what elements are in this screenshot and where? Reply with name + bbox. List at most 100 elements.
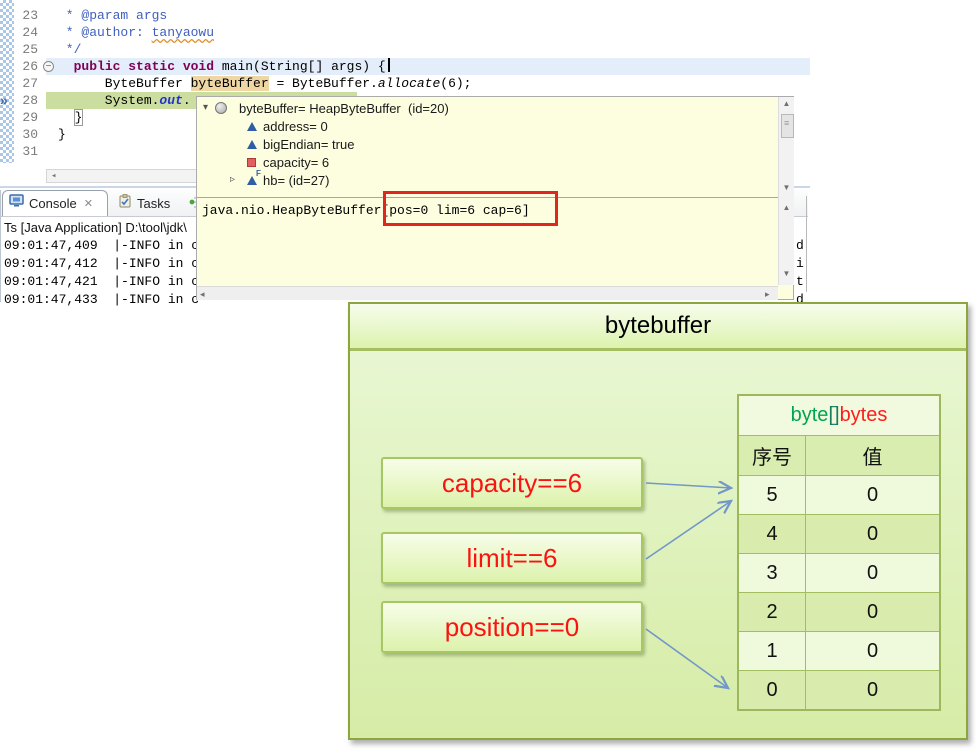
code-text: * @param args bbox=[58, 7, 167, 24]
line-number: 28 bbox=[10, 92, 38, 109]
field-blue-icon bbox=[247, 122, 257, 131]
limit-label-box: limit==6 bbox=[381, 532, 643, 584]
code-token: } bbox=[58, 127, 66, 142]
variable-text: capacity= 6 bbox=[263, 155, 329, 170]
popup-hscrollbar[interactable]: ◂ ▸ bbox=[197, 286, 778, 300]
header-segment: [] bbox=[828, 404, 839, 427]
code-token: } bbox=[74, 109, 84, 126]
code-line[interactable]: 23 * @param args bbox=[0, 7, 810, 24]
console-log-line: 09:01:47,412 |-INFO in c bbox=[4, 255, 199, 273]
table-cell-value: 0 bbox=[806, 632, 939, 670]
code-text: public static void main(String[] args) { bbox=[58, 58, 390, 75]
position-label-box: position==0 bbox=[381, 601, 643, 653]
console-border-right bbox=[806, 196, 807, 292]
variable-row[interactable]: ▹ hb= (id=27) bbox=[197, 172, 758, 190]
fold-collapse-icon[interactable]: − bbox=[43, 61, 54, 72]
tab-tasks-label: Tasks bbox=[137, 196, 170, 211]
variable-row[interactable]: capacity= 6 bbox=[197, 154, 758, 172]
close-icon[interactable]: ✕ bbox=[84, 197, 93, 210]
column-header-index: 序号 bbox=[739, 436, 805, 475]
console-log-line: 09:01:47,421 |-INFO in c bbox=[4, 273, 199, 291]
detail-prefix: java.nio.HeapByteBuffer bbox=[202, 203, 381, 218]
line-number: 26 bbox=[10, 58, 38, 75]
scroll-left-icon[interactable]: ◂ bbox=[51, 171, 56, 181]
field-final-icon bbox=[247, 176, 257, 185]
field-red-icon bbox=[247, 158, 256, 167]
scroll-right-icon[interactable]: ▸ bbox=[765, 289, 770, 300]
console-border bbox=[0, 190, 1, 302]
code-text: System.out. bbox=[58, 92, 191, 109]
capacity-arrow bbox=[646, 483, 731, 488]
scroll-up-icon[interactable]: ▲ bbox=[779, 99, 794, 108]
variable-text: address= 0 bbox=[263, 119, 328, 134]
table-cell-index: 0 bbox=[739, 671, 805, 709]
field-blue-icon bbox=[247, 140, 257, 149]
code-line[interactable]: 25 */ bbox=[0, 41, 810, 58]
variable-text: byteBuffer= HeapByteBuffer (id=20) bbox=[239, 101, 449, 116]
console-log-line-clipped: i bbox=[796, 255, 804, 273]
line-number: 23 bbox=[10, 7, 38, 24]
tasks-icon bbox=[118, 194, 132, 213]
code-token: */ bbox=[58, 42, 81, 57]
code-token bbox=[58, 59, 74, 74]
text-cursor bbox=[388, 58, 390, 72]
variable-text: bigEndian= true bbox=[263, 137, 354, 152]
column-header-value: 值 bbox=[806, 436, 939, 475]
code-token bbox=[58, 110, 74, 125]
table-cell-value: 0 bbox=[806, 476, 939, 514]
code-text: } bbox=[58, 126, 66, 143]
code-token: = ByteBuffer. bbox=[269, 76, 378, 91]
capacity-label-box: capacity==6 bbox=[381, 457, 643, 509]
code-token: main(String[] args) { bbox=[214, 59, 386, 74]
code-token: allocate bbox=[378, 76, 440, 91]
table-cell-index: 4 bbox=[739, 515, 805, 553]
tab-tasks[interactable]: Tasks bbox=[112, 190, 184, 216]
table-cell-index: 5 bbox=[739, 476, 805, 514]
header-segment: bytes bbox=[840, 404, 888, 427]
table-cell-value: 0 bbox=[806, 671, 939, 709]
code-token: out bbox=[159, 93, 182, 108]
scroll-left-icon[interactable]: ◂ bbox=[200, 289, 205, 300]
table-cell-index: 1 bbox=[739, 632, 805, 670]
scroll-down-icon[interactable]: ▼ bbox=[779, 269, 794, 278]
code-token: System. bbox=[58, 93, 159, 108]
bytebuffer-diagram: bytebuffer capacity==6 limit==6 position… bbox=[348, 302, 968, 740]
code-text: * @author: tanyaowu bbox=[58, 24, 214, 41]
variable-row[interactable]: address= 0 bbox=[197, 118, 758, 136]
code-line[interactable]: 27 ByteBuffer byteBuffer = ByteBuffer.al… bbox=[0, 75, 810, 92]
variable-row[interactable]: bigEndian= true bbox=[197, 136, 758, 154]
console-process-title: Ts [Java Application] D:\tool\jdk\ bbox=[4, 220, 187, 235]
variables-tree[interactable]: ▾ byteBuffer= HeapByteBuffer (id=20) addre… bbox=[197, 97, 776, 197]
debug-inspect-popup: ▾ byteBuffer= HeapByteBuffer (id=20) addre… bbox=[196, 96, 794, 300]
line-number: 31 bbox=[10, 143, 38, 160]
code-token: * @param args bbox=[58, 8, 167, 23]
popup-vscrollbar[interactable]: ▲ ▼ ▲ ▼ bbox=[778, 97, 794, 285]
table-cell-value: 0 bbox=[806, 554, 939, 592]
scroll-up-icon[interactable]: ▲ bbox=[779, 203, 794, 212]
console-icon bbox=[9, 194, 24, 213]
code-token: tanyaowu bbox=[152, 25, 214, 40]
table-cell-value: 0 bbox=[806, 593, 939, 631]
variable-text: hb= (id=27) bbox=[263, 173, 330, 188]
table-cell-index: 2 bbox=[739, 593, 805, 631]
position-arrow bbox=[646, 629, 728, 688]
console-log-line-clipped: t bbox=[796, 273, 804, 291]
tab-console[interactable]: Console ✕ bbox=[2, 190, 108, 216]
console-log-line: 09:01:47,433 |-INFO in c bbox=[4, 291, 199, 309]
expand-toggle-icon[interactable]: ▹ bbox=[230, 174, 235, 185]
line-number: 24 bbox=[10, 24, 38, 41]
code-text: ByteBuffer byteBuffer = ByteBuffer.alloc… bbox=[58, 75, 472, 92]
code-line[interactable]: 24 * @author: tanyaowu bbox=[0, 24, 810, 41]
code-token: public static void bbox=[74, 59, 214, 74]
expand-toggle-icon[interactable]: ▾ bbox=[203, 102, 208, 113]
code-text: */ bbox=[58, 41, 81, 58]
table-cell-index: 3 bbox=[739, 554, 805, 592]
editor-hscrollbar[interactable]: ◂ bbox=[46, 169, 206, 183]
code-token: byteBuffer bbox=[191, 76, 269, 91]
scrollbar-thumb[interactable] bbox=[781, 114, 794, 138]
red-annotation-box bbox=[383, 191, 558, 226]
variable-row[interactable]: ▾ byteBuffer= HeapByteBuffer (id=20) bbox=[197, 100, 758, 118]
code-line[interactable]: 26− public static void main(String[] arg… bbox=[0, 58, 810, 75]
scroll-down-icon[interactable]: ▼ bbox=[779, 183, 794, 192]
header-segment: byte bbox=[791, 404, 829, 427]
